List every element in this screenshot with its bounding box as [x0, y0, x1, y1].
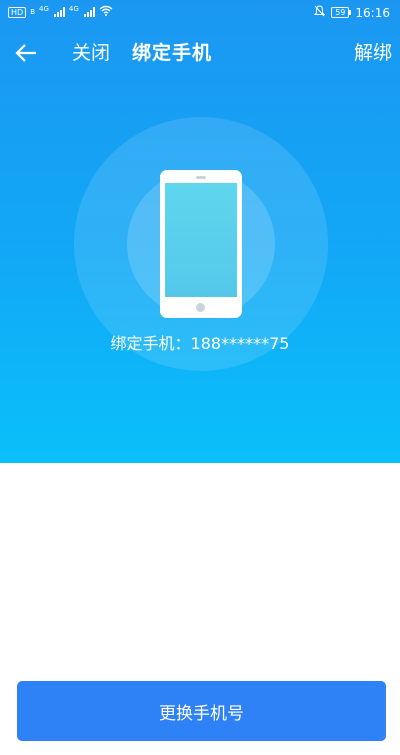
- signal2-label: 4G: [68, 5, 79, 13]
- smartphone-icon: [160, 170, 242, 318]
- back-button[interactable]: [8, 35, 44, 71]
- signal1-label: 4G: [39, 5, 49, 13]
- change-phone-button[interactable]: 更换手机号: [17, 681, 386, 741]
- signal-icon-2: [83, 7, 95, 17]
- page-title: 绑定手机: [132, 42, 213, 64]
- nav-bar: 关闭 绑定手机 解绑: [0, 25, 400, 81]
- clock: 16:16: [355, 5, 390, 20]
- bound-phone-number: 绑定手机：188******75: [110, 334, 290, 353]
- arrow-left-icon: [15, 44, 36, 62]
- status-bar: HD B 4G 4G 59 16:16: [0, 0, 400, 25]
- phone-home-button: [196, 303, 205, 312]
- signal-icon: [53, 7, 65, 17]
- bell-off-icon: [314, 5, 326, 20]
- hd-sub: B: [30, 8, 35, 16]
- status-right: 59 16:16: [314, 5, 390, 20]
- battery-indicator: 59: [331, 7, 352, 18]
- status-left: HD B 4G 4G: [8, 5, 113, 19]
- header-banner: HD B 4G 4G 59 16:16 关闭 绑定手机 解绑 绑定手机：188*…: [0, 0, 400, 463]
- phone-speaker: [196, 176, 206, 179]
- wifi-icon: [99, 5, 113, 19]
- close-button[interactable]: 关闭: [72, 38, 110, 65]
- hd-badge: HD: [8, 6, 27, 18]
- unbind-button[interactable]: 解绑: [354, 38, 392, 65]
- phone-screen: [165, 183, 237, 297]
